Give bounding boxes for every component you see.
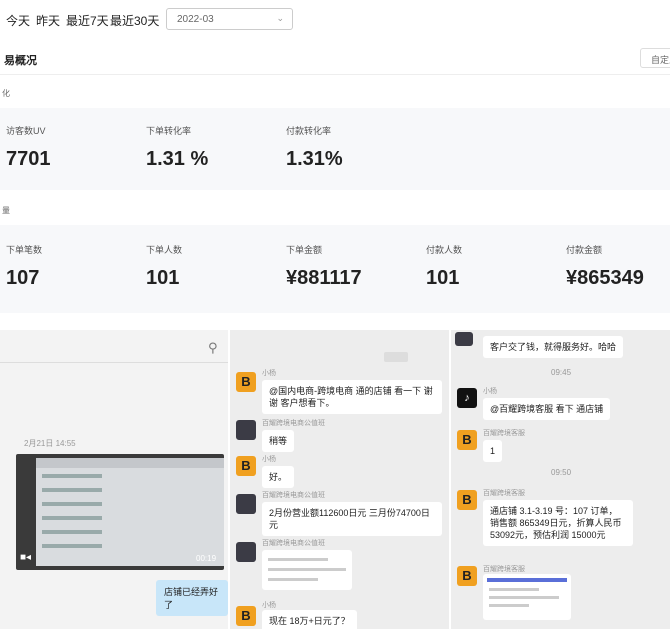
tab-today[interactable]: 今天 [6,12,30,29]
message-bubble: 2月份营业额112600日元 三月份74700日元 [262,502,442,537]
metric-label-order-rate: 下单转化率 [146,126,192,136]
avatar [236,494,256,514]
sender-name: 百耀跨境客服 [483,566,525,573]
sender-name: 小杨 [262,370,276,377]
thumbnail-row [42,530,102,534]
section-title: 易概况 [4,55,37,67]
metric-value-pay-rate: 1.31% [286,148,343,170]
image-line [489,588,539,591]
avatar: B [236,606,256,626]
metric-label-payers: 付款人数 [426,245,463,255]
metric-label-pay-rate: 付款转化率 [286,126,332,136]
tab-last-7-days[interactable]: 最近7天 [66,12,109,29]
message-bubble: 客户交了钱，就得服务好。哈哈 [483,336,624,359]
tiktok-avatar: ♪ [457,388,477,408]
sender-name: 小杨 [483,388,497,395]
avatar [236,420,256,440]
metric-value-uv: 7701 [6,148,51,170]
video-message[interactable]: ■◂ 00:19 [16,454,224,570]
chat-screenshot-middle: B 小杨 @国内电商-跨境电商 通的店铺 看一下 谢谢 客户想看下。 百耀跨境电… [230,330,449,632]
thumbnail-row [42,544,102,548]
image-line [268,578,318,581]
video-duration: 00:19 [196,554,217,563]
tab-yesterday[interactable]: 昨天 [36,12,60,29]
metric-value-order-amount: ¥881117 [286,267,362,289]
chat-bubble-sent: 店铺已经弄好了 [156,580,228,616]
sender-name: 小杨 [262,602,276,609]
timestamp: 09:45 [551,368,572,377]
chat-date: 2月21日 14:55 [24,439,76,448]
avatar: B [457,566,477,586]
avatar: B [457,430,477,450]
thumbnail-row [42,502,102,506]
date-picker[interactable]: 2022-03 ⌄ [166,8,293,30]
metric-label-uv: 访客数UV [6,126,46,136]
tab-last-30-days[interactable]: 最近30天 [110,12,159,29]
metric-value-order-rate: 1.31 % [146,148,209,170]
time-stamp-blurred [384,352,408,362]
group-label-conversion: 化 [2,89,10,98]
sender-name: 百耀跨境客服 [483,430,525,437]
message-bubble: 稍等 [262,430,295,453]
thumbnail-row [42,488,102,492]
metric-label-orders: 下单笔数 [6,245,43,255]
metric-label-buyers: 下单人数 [146,245,183,255]
divider [0,74,670,75]
video-camera-icon: ■◂ [20,552,32,563]
customize-button[interactable]: 自定义 [640,48,670,68]
metric-value-buyers: 101 [146,267,180,289]
thumbnail-header [36,458,224,468]
user-icon: ⚲ [208,340,218,355]
image-message[interactable] [483,574,571,620]
image-message[interactable] [262,550,352,590]
image-header [487,578,567,582]
message-bubble: @百耀跨境客服 看下 通店铺 [483,398,611,421]
message-bubble: 通店铺 3.1-3.19 号：107 订单，销售额 865349日元，折算人民币… [483,500,633,547]
sender-name: 百耀跨境客服 [483,490,525,497]
image-line [489,604,529,607]
chat-screenshot-left: ⚲ 2月21日 14:55 ■◂ 00:19 店铺已经弄好了 [0,330,228,629]
video-thumbnail [36,458,224,566]
message-bubble: 好。 [262,466,295,489]
image-line [268,568,346,571]
message-bubble: 1 [483,440,503,463]
image-line [489,596,559,599]
thumbnail-row [42,516,102,520]
sender-name: 小杨 [262,456,276,463]
sender-name: 百耀跨境电商公值班 [262,540,325,547]
chevron-down-icon: ⌄ [276,13,284,23]
avatar [455,332,473,346]
metric-value-pay-amount: ¥865349 [566,267,644,289]
message-bubble: @国内电商-跨境电商 通的店铺 看一下 谢谢 客户想看下。 [262,380,442,415]
date-value: 2022-03 [177,14,214,25]
metric-label-pay-amount: 付款金额 [566,245,603,255]
avatar: B [236,456,256,476]
timestamp: 09:50 [551,468,572,477]
avatar: B [457,490,477,510]
image-line [268,558,328,561]
metric-value-orders: 107 [6,267,40,289]
divider [0,362,228,363]
sender-name: 百耀跨境电商公值班 [262,492,325,499]
group-label-volume: 量 [2,206,10,215]
avatar [236,542,256,562]
thumbnail-row [42,474,102,478]
metric-label-order-amount: 下单金额 [286,245,323,255]
sender-name: 百耀跨境电商公值班 [262,420,325,427]
chat-screenshot-right: 客户交了钱，就得服务好。哈哈 09:45 ♪ 小杨 @百耀跨境客服 看下 通店铺… [451,330,670,629]
avatar: B [236,372,256,392]
metric-value-payers: 101 [426,267,460,289]
